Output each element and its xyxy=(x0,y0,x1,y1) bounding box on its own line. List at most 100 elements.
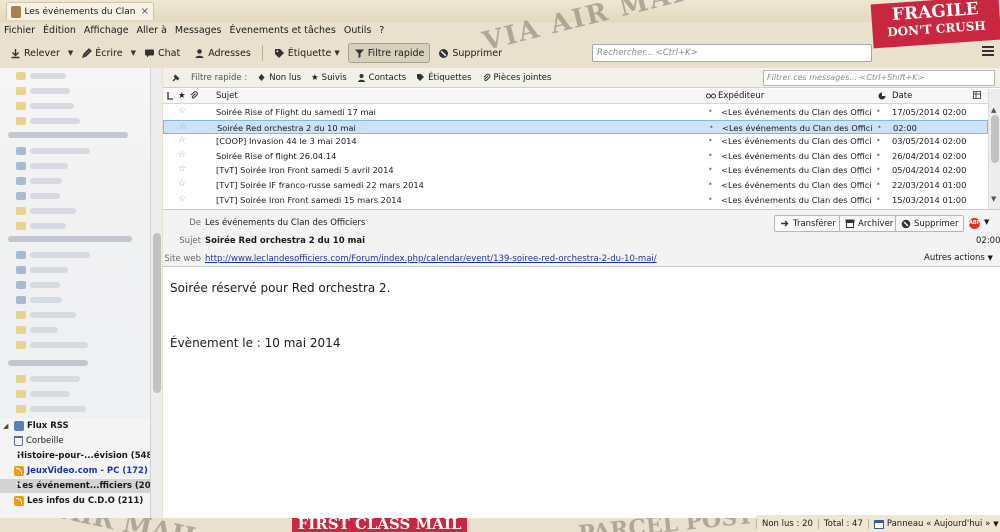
today-pane-label: Panneau « Aujourd'hui » xyxy=(886,518,991,529)
junk-status-dot[interactable]: • xyxy=(876,165,881,174)
sticky-pin-icon[interactable] xyxy=(171,73,181,83)
supprimer-message-button[interactable]: Supprimer xyxy=(895,215,965,232)
junk-status-dot[interactable]: • xyxy=(876,151,881,160)
junk-status-dot[interactable]: • xyxy=(876,195,881,204)
star-toggle-icon[interactable]: ☆ xyxy=(178,150,186,160)
archiver-button[interactable]: Archiver xyxy=(839,215,900,232)
folder-icon xyxy=(16,390,26,398)
star-toggle-icon[interactable]: ☆ xyxy=(178,106,186,116)
scroll-down-icon[interactable]: ▼ xyxy=(991,195,996,203)
thread-column-icon[interactable] xyxy=(167,91,174,100)
table-row[interactable]: ☆ [TvT] Soirée Iron Front samedi 15 mars … xyxy=(163,193,988,208)
today-pane-button[interactable]: Panneau « Aujourd'hui » ▼ xyxy=(867,518,1000,529)
total-count: Total : 47 xyxy=(817,518,868,529)
unread-count: Non lus : 20 xyxy=(756,518,818,529)
from-value[interactable]: Les événements du Clan des Officiers xyxy=(205,218,365,228)
star-toggle-icon[interactable]: ☆ xyxy=(178,164,186,174)
row-subject: [TvT] Soirée Iron Front samedi 5 avril 2… xyxy=(216,165,394,176)
folder-histoire[interactable]: Histoire-pour-...évision (548) xyxy=(0,449,151,463)
read-status-dot[interactable]: • xyxy=(708,107,713,116)
ecrire-button[interactable]: Écrire xyxy=(75,43,128,63)
filter-icon xyxy=(354,48,365,59)
relever-button[interactable]: Relever xyxy=(4,43,66,63)
starred-column-icon[interactable]: ★ xyxy=(178,91,186,101)
filtre-rapide-button[interactable]: Filtre rapide xyxy=(347,43,431,63)
row-subject: [TvT] Soirée Iron Front samedi 15 mars 2… xyxy=(216,194,402,205)
thread-list-scrollbar[interactable]: ▲ ▼ xyxy=(988,89,1000,209)
star-toggle-icon[interactable]: ☆ xyxy=(178,135,186,145)
date-column-header[interactable]: Date xyxy=(878,91,912,101)
filter-contacts[interactable]: Contacts xyxy=(357,72,407,83)
row-date: 03/05/2014 02:00 xyxy=(892,136,967,147)
abp-dropdown-icon[interactable]: ▼ xyxy=(984,218,989,226)
junk-status-dot[interactable]: • xyxy=(876,136,881,145)
scroll-up-icon[interactable]: ▲ xyxy=(991,106,996,114)
table-row[interactable]: ☆ Soirée Rise of flight 26.04.14 • <Les évé… xyxy=(163,149,988,164)
collapse-twisty-icon[interactable]: ◢ xyxy=(3,422,11,430)
close-tab-icon[interactable]: × xyxy=(141,6,149,17)
read-status-dot[interactable]: • xyxy=(709,123,714,132)
row-sender: <Les événements du Clan des Officier... xyxy=(721,165,871,176)
window-tab[interactable]: Les événements du Clan des ... × xyxy=(6,2,154,20)
junk-status-dot[interactable]: • xyxy=(876,107,881,116)
folder-jeuxvideo[interactable]: JeuxVideo.com - PC (172) xyxy=(0,464,150,478)
menu-outils[interactable]: Outils xyxy=(344,25,371,36)
folder-evenements[interactable]: Les événement...fficiers (20) xyxy=(0,479,151,493)
subject-column-header[interactable]: Sujet xyxy=(216,91,238,101)
filter-suivis[interactable]: ★ Suivis xyxy=(311,73,347,83)
global-search-input[interactable]: Rechercher... <Ctrl+K> xyxy=(592,44,872,62)
junk-status-dot[interactable]: • xyxy=(877,123,882,132)
chat-button[interactable]: Chat xyxy=(138,43,186,63)
supprimer-label: Supprimer xyxy=(452,47,503,59)
menu-affichage[interactable]: Affichage xyxy=(84,25,129,36)
read-status-dot[interactable]: • xyxy=(708,180,713,189)
blurred-label xyxy=(30,103,74,109)
adblock-icon[interactable]: ABP xyxy=(969,218,980,229)
autres-actions-button[interactable]: Autres actions ▼ xyxy=(924,253,993,263)
read-status-dot[interactable]: • xyxy=(708,195,713,204)
folder-label: JeuxVideo.com - PC (172) xyxy=(27,466,148,476)
column-picker-icon[interactable] xyxy=(973,91,981,99)
contacts-label: Contacts xyxy=(368,72,407,83)
folder-pane-scrollbar[interactable] xyxy=(150,68,162,518)
menu-evenements[interactable]: Évenements et tâches xyxy=(230,25,336,36)
menu-fichier[interactable]: Fichier xyxy=(4,25,35,36)
website-link[interactable]: http://www.leclandesofficiers.com/Forum/… xyxy=(205,254,657,264)
table-row[interactable]: ☆ [COOP] Invasion 44 le 3 mai 2014 • <Les é… xyxy=(163,134,988,149)
adresses-button[interactable]: Adresses xyxy=(188,43,257,63)
menu-aller-a[interactable]: Aller à xyxy=(137,25,167,36)
menu-edition[interactable]: Édition xyxy=(43,25,76,36)
table-row[interactable]: ☆ [TvT] Soirée Iron Front samedi 5 avril … xyxy=(163,163,988,178)
folder-infos-cdo[interactable]: Les infos du C.D.O (211) xyxy=(0,494,150,508)
table-row[interactable]: ☆ Soirée Red orchestra 2 du 10 mai • <Les é… xyxy=(163,119,988,135)
filter-non-lus[interactable]: Non lus xyxy=(257,73,301,83)
supprimer-button[interactable]: Supprimer xyxy=(432,43,508,63)
star-contact-icon[interactable]: ☆ xyxy=(348,217,356,227)
read-status-dot[interactable]: • xyxy=(708,165,713,174)
star-toggle-icon[interactable]: ☆ xyxy=(178,179,186,189)
scrollbar-thumb[interactable] xyxy=(153,233,161,393)
relever-dropdown-icon[interactable]: ▼ xyxy=(68,49,73,57)
star-toggle-icon[interactable]: ☆ xyxy=(179,122,187,132)
attachment-column-icon[interactable] xyxy=(190,91,198,100)
star-toggle-icon[interactable]: ☆ xyxy=(178,194,186,204)
scrollbar-thumb[interactable] xyxy=(991,115,999,163)
sender-column-header[interactable]: Expéditeur xyxy=(706,91,764,101)
menu-aide[interactable]: ? xyxy=(379,25,384,36)
transferer-button[interactable]: Transférer xyxy=(774,215,842,232)
filter-messages-input[interactable]: Filtrer ces messages... <Ctrl+Shift+K> xyxy=(763,70,995,86)
table-row[interactable]: ☆ [TvT] Soirée IF franco-russe samedi 22 … xyxy=(163,178,988,193)
junk-status-dot[interactable]: • xyxy=(876,180,881,189)
menu-messages[interactable]: Messages xyxy=(175,25,222,36)
etiquette-button[interactable]: Étiquette ▼ xyxy=(268,43,346,63)
folder-corbeille[interactable]: Corbeille xyxy=(0,434,150,448)
filter-etiquettes[interactable]: Étiquettes xyxy=(416,73,472,83)
table-row[interactable]: ☆ Soirée Rise of Flight du samedi 17 mai •… xyxy=(163,105,988,120)
folder-flux-rss[interactable]: ◢ Flux RSS xyxy=(0,419,150,433)
read-status-dot[interactable]: • xyxy=(708,151,713,160)
filter-pieces-jointes[interactable]: Pièces jointes xyxy=(482,73,551,83)
ecrire-dropdown-icon[interactable]: ▼ xyxy=(131,49,136,57)
app-menu-icon[interactable] xyxy=(982,46,994,58)
contacts-icon xyxy=(194,48,205,59)
read-status-dot[interactable]: • xyxy=(708,136,713,145)
